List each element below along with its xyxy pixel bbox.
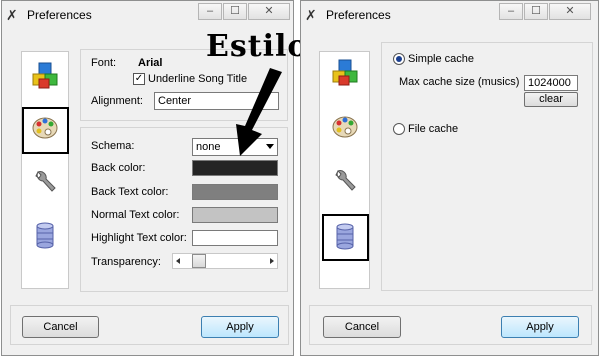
cancel-button[interactable]: Cancel <box>22 316 99 338</box>
maximize-button[interactable]: ☐ <box>524 3 548 20</box>
arrow-left-icon[interactable] <box>176 258 180 264</box>
apply-button[interactable]: Apply <box>501 316 579 338</box>
simple-cache-radio[interactable] <box>393 53 405 65</box>
close-button[interactable]: ✕ <box>248 3 290 20</box>
annotation-text: Estilo <box>206 29 309 64</box>
file-cache-radio[interactable] <box>393 123 405 135</box>
minimize-button[interactable]: – <box>198 3 222 20</box>
back-color-swatch[interactable] <box>192 160 278 176</box>
max-cache-label: Max cache size (musics) <box>399 76 520 88</box>
maximize-button[interactable]: ☐ <box>223 3 247 20</box>
underline-checkbox[interactable]: ✓ <box>133 73 145 85</box>
alignment-value: Center <box>158 95 192 107</box>
wrench-icon[interactable] <box>330 166 360 196</box>
cubes-icon[interactable] <box>30 61 60 91</box>
normal-text-color-swatch[interactable] <box>192 207 278 223</box>
database-icon[interactable] <box>30 220 60 250</box>
alignment-label: Alignment: <box>91 95 143 107</box>
normal-text-color-label: Normal Text color: <box>91 209 180 221</box>
simple-cache-label: Simple cache <box>408 53 475 65</box>
apply-button[interactable]: Apply <box>201 316 279 338</box>
preferences-window-right: ✗ Preferences – ☐ ✕ Simple cache Max cac… <box>300 0 599 356</box>
selected-category-highlight <box>22 107 69 154</box>
font-value[interactable]: Arial <box>138 57 162 69</box>
wrench-icon[interactable] <box>30 167 60 197</box>
cubes-icon[interactable] <box>330 58 360 88</box>
transparency-slider[interactable] <box>172 253 278 269</box>
wrench-screwdriver-icon: ✗ <box>6 7 18 23</box>
highlight-text-color-label: Highlight Text color: <box>91 232 187 244</box>
category-sidebar <box>21 51 69 289</box>
back-text-color-swatch[interactable] <box>192 184 278 200</box>
arrow-right-icon[interactable] <box>270 258 274 264</box>
max-cache-value: 1024000 <box>528 77 571 89</box>
palette-icon[interactable] <box>330 112 360 142</box>
font-label: Font: <box>91 57 117 69</box>
schema-label: Schema: <box>91 140 135 152</box>
window-title: Preferences <box>326 8 391 22</box>
annotation-arrow-icon <box>236 68 282 156</box>
back-text-color-label: Back Text color: <box>91 186 169 198</box>
highlight-text-color-swatch[interactable] <box>192 230 278 246</box>
max-cache-input[interactable]: 1024000 <box>524 75 578 91</box>
title-bar[interactable]: ✗ Preferences – ☐ ✕ <box>301 1 598 29</box>
minimize-button[interactable]: – <box>499 3 523 20</box>
wrench-screwdriver-icon: ✗ <box>305 7 317 23</box>
file-cache-label: File cache <box>408 123 459 135</box>
back-color-label: Back color: <box>91 162 146 174</box>
title-bar[interactable]: ✗ Preferences – ☐ ✕ <box>2 1 293 29</box>
cancel-button[interactable]: Cancel <box>323 316 401 338</box>
close-button[interactable]: ✕ <box>549 3 591 20</box>
transparency-label: Transparency: <box>91 256 161 268</box>
window-title: Preferences <box>27 8 92 22</box>
slider-thumb[interactable] <box>191 254 206 268</box>
selected-category-highlight <box>322 214 369 261</box>
schema-value: none <box>196 141 221 153</box>
clear-button[interactable]: clear <box>524 92 578 107</box>
